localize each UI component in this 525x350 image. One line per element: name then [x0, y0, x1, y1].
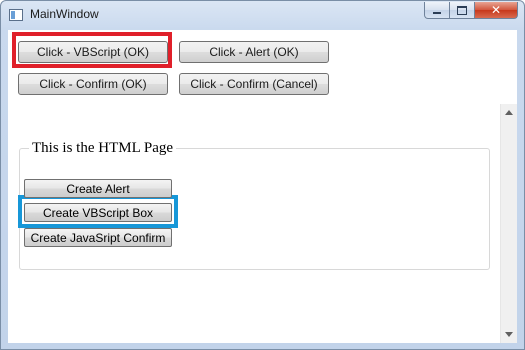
title-bar[interactable]: MainWindow ✕	[1, 1, 524, 29]
html-fieldset: This is the HTML Page Create Alert Creat…	[18, 140, 490, 270]
minimize-button[interactable]	[424, 2, 450, 19]
maximize-icon	[457, 5, 467, 15]
click-alert-ok-button[interactable]: Click - Alert (OK)	[179, 41, 329, 63]
click-confirm-ok-button[interactable]: Click - Confirm (OK)	[18, 73, 168, 95]
close-icon: ✕	[490, 3, 502, 17]
create-vbscript-box-button[interactable]: Create VBScript Box	[24, 203, 172, 222]
arrow-up-icon[interactable]	[505, 110, 513, 115]
caption-buttons: ✕	[424, 2, 518, 20]
create-javascript-confirm-button[interactable]: Create JavaSript Confirm	[24, 228, 172, 247]
window-title: MainWindow	[30, 7, 99, 21]
click-vbscript-ok-button[interactable]: Click - VBScript (OK)	[18, 41, 168, 63]
web-browser-control[interactable]: This is the HTML Page Create Alert Creat…	[8, 104, 517, 343]
client-area: Click - VBScript (OK) Click - Alert (OK)…	[8, 30, 517, 343]
app-icon	[9, 9, 23, 21]
maximize-button[interactable]	[449, 2, 475, 19]
arrow-down-icon[interactable]	[505, 332, 513, 337]
main-window: MainWindow ✕ Click - VBScript (OK) Click…	[0, 0, 525, 350]
close-button[interactable]: ✕	[474, 2, 518, 19]
vertical-scrollbar[interactable]	[500, 104, 517, 343]
create-alert-button[interactable]: Create Alert	[24, 179, 172, 198]
fieldset-legend: This is the HTML Page	[29, 140, 177, 157]
minimize-icon	[433, 11, 441, 14]
click-confirm-cancel-button[interactable]: Click - Confirm (Cancel)	[179, 73, 329, 95]
